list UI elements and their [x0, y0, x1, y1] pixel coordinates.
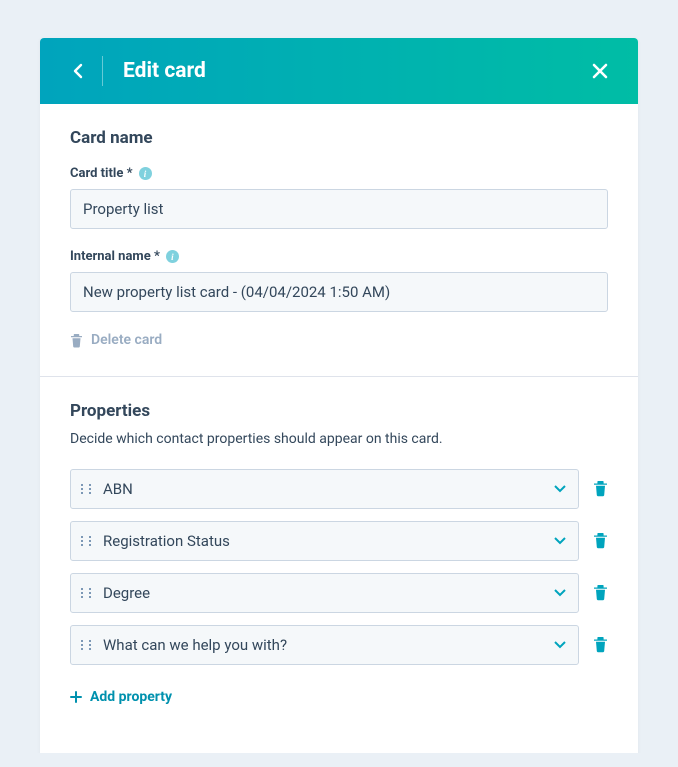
edit-card-modal: Edit card Card name Card title * i Inter…: [40, 38, 638, 753]
header-divider: [102, 56, 103, 86]
modal-body: Card name Card title * i Internal name *…: [40, 104, 638, 753]
trash-icon: [593, 584, 608, 601]
property-label: ABN: [103, 480, 554, 498]
delete-card-button[interactable]: Delete card: [70, 332, 162, 348]
trash-icon: [593, 636, 608, 653]
chevron-left-icon: [73, 63, 83, 79]
property-row: Registration Status: [70, 521, 608, 561]
drag-handle-icon[interactable]: [81, 588, 91, 598]
property-label: Registration Status: [103, 532, 554, 550]
section-description: Decide which contact properties should a…: [70, 431, 608, 447]
delete-property-button[interactable]: [593, 636, 608, 653]
close-icon: [591, 62, 609, 80]
delete-property-button[interactable]: [593, 532, 608, 549]
chevron-down-icon: [554, 641, 566, 649]
trash-icon: [593, 532, 608, 549]
chevron-down-icon: [554, 589, 566, 597]
card-title-label: Card title * i: [70, 166, 608, 181]
drag-handle-icon[interactable]: [81, 484, 91, 494]
chevron-down-icon: [554, 537, 566, 545]
chevron-down-icon: [554, 485, 566, 493]
section-title: Properties: [70, 401, 608, 421]
back-button[interactable]: [64, 57, 92, 85]
properties-list: ABN Registration Status Degree What can we …: [70, 469, 608, 665]
card-title-input[interactable]: [70, 189, 608, 229]
drag-handle-icon[interactable]: [81, 640, 91, 650]
section-title: Card name: [70, 128, 608, 148]
info-icon[interactable]: i: [166, 250, 179, 263]
property-select[interactable]: Registration Status: [70, 521, 579, 561]
property-row: Degree: [70, 573, 608, 613]
info-icon[interactable]: i: [139, 167, 152, 180]
card-title-label-text: Card title *: [70, 166, 133, 181]
property-label: Degree: [103, 584, 554, 602]
plus-icon: [70, 691, 82, 703]
internal-name-label-text: Internal name *: [70, 249, 160, 264]
delete-property-button[interactable]: [593, 584, 608, 601]
property-row: What can we help you with?: [70, 625, 608, 665]
trash-icon: [593, 480, 608, 497]
modal-header: Edit card: [40, 38, 638, 104]
properties-section: Properties Decide which contact properti…: [40, 376, 638, 731]
add-property-label: Add property: [90, 689, 172, 705]
delete-property-button[interactable]: [593, 480, 608, 497]
internal-name-input[interactable]: [70, 272, 608, 312]
card-name-section: Card name Card title * i Internal name *…: [40, 104, 638, 376]
internal-name-label: Internal name * i: [70, 249, 608, 264]
property-select[interactable]: ABN: [70, 469, 579, 509]
close-button[interactable]: [586, 57, 614, 85]
drag-handle-icon[interactable]: [81, 536, 91, 546]
property-select[interactable]: Degree: [70, 573, 579, 613]
trash-icon: [70, 333, 83, 348]
add-property-button[interactable]: Add property: [70, 689, 172, 705]
property-label: What can we help you with?: [103, 636, 554, 654]
modal-title: Edit card: [123, 59, 586, 83]
property-row: ABN: [70, 469, 608, 509]
property-select[interactable]: What can we help you with?: [70, 625, 579, 665]
page-panel: Edit card Card name Card title * i Inter…: [14, 14, 664, 753]
delete-card-label: Delete card: [91, 332, 162, 348]
